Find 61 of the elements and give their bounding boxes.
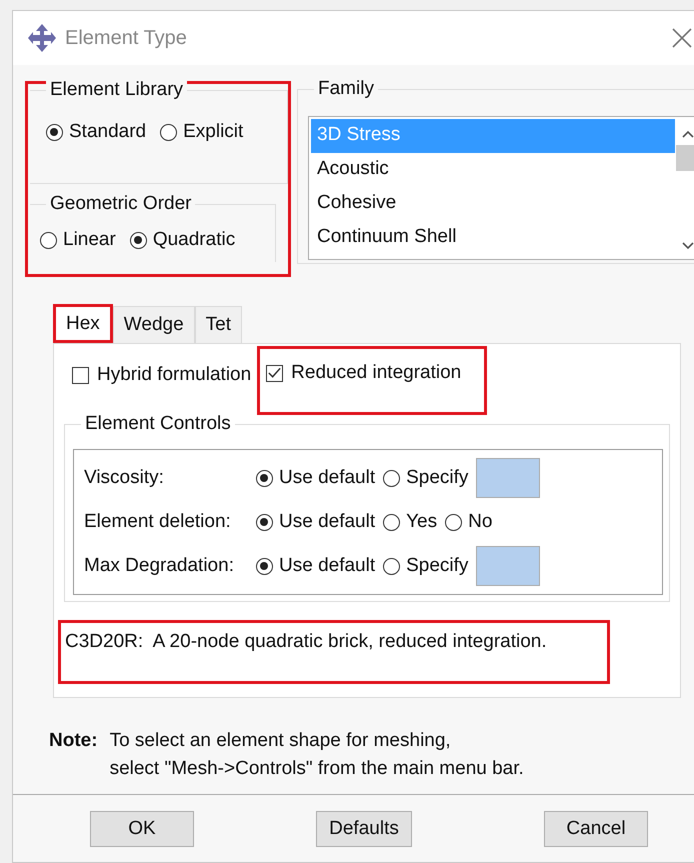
dialog-button[interactable]: Defaults bbox=[316, 811, 412, 847]
note-label: Note: bbox=[49, 730, 98, 753]
radio-option[interactable]: Quadratic bbox=[130, 229, 236, 251]
radio-icon[interactable] bbox=[256, 514, 273, 530]
radio-icon[interactable] bbox=[256, 558, 273, 574]
radio-icon[interactable] bbox=[383, 514, 400, 530]
description-text: C3D20R: A 20-node quadratic brick, reduced integration. bbox=[65, 631, 547, 652]
radio-option[interactable]: Yes bbox=[383, 511, 438, 533]
radio-icon[interactable] bbox=[445, 514, 462, 530]
radio-icon[interactable] bbox=[160, 124, 178, 140]
radio-icon[interactable] bbox=[130, 232, 147, 248]
input-field[interactable] bbox=[476, 458, 540, 498]
dialog-button[interactable]: Cancel bbox=[544, 811, 648, 847]
radio-label: No bbox=[468, 511, 492, 533]
checkbox[interactable] bbox=[266, 364, 284, 382]
radio-label: Use default bbox=[279, 555, 376, 577]
row-label: Max Degradation: bbox=[84, 555, 235, 577]
tab[interactable]: Wedge bbox=[112, 306, 195, 343]
radio-icon[interactable] bbox=[383, 558, 400, 574]
radio-option[interactable]: Use default bbox=[256, 467, 376, 489]
list-item[interactable]: Continuum Shell bbox=[311, 221, 675, 255]
radio-label: Linear bbox=[63, 229, 116, 251]
radio-label: Use default bbox=[279, 511, 376, 533]
tab[interactable]: Tet bbox=[194, 306, 242, 343]
radio-option[interactable]: Specify bbox=[383, 467, 468, 489]
radio-option[interactable]: Use default bbox=[256, 555, 376, 577]
note-text: select "Mesh->Controls" from the main menu bar. bbox=[110, 758, 524, 780]
radio-icon[interactable] bbox=[383, 470, 400, 486]
group-title: Family bbox=[314, 78, 378, 100]
close-icon[interactable] bbox=[671, 27, 693, 49]
radio-icon[interactable] bbox=[40, 232, 57, 248]
group-title: Element Library bbox=[46, 79, 188, 101]
radio-icon[interactable] bbox=[46, 124, 63, 140]
radio-icon[interactable] bbox=[256, 470, 273, 486]
radio-label: Specify bbox=[406, 555, 468, 577]
app-icon bbox=[27, 23, 57, 53]
tab[interactable]: Hex bbox=[53, 304, 113, 343]
radio-option[interactable]: No bbox=[445, 511, 492, 533]
scroll-thumb[interactable] bbox=[676, 145, 694, 171]
scroll-up-icon[interactable] bbox=[681, 129, 694, 139]
radio-label: Specify bbox=[406, 467, 468, 489]
note-text: To select an element shape for meshing, bbox=[110, 730, 452, 752]
radio-label: Standard bbox=[69, 121, 146, 143]
radio-option[interactable]: Linear bbox=[40, 229, 116, 251]
list-item[interactable]: Cohesive bbox=[311, 187, 675, 221]
list-item[interactable]: Acoustic bbox=[311, 153, 675, 187]
row-label: Element deletion: bbox=[84, 511, 232, 533]
radio-option[interactable]: Use default bbox=[256, 511, 376, 533]
checkbox[interactable] bbox=[72, 366, 89, 384]
radio-option[interactable]: Standard bbox=[46, 121, 146, 143]
radio-label: Explicit bbox=[183, 121, 244, 143]
window-title: Element Type bbox=[65, 26, 188, 50]
scroll-down-icon[interactable] bbox=[681, 241, 694, 251]
radio-label: Yes bbox=[406, 511, 438, 533]
radio-label: Quadratic bbox=[152, 229, 236, 251]
radio-option[interactable]: Explicit bbox=[160, 121, 244, 143]
row-label: Viscosity: bbox=[84, 467, 165, 489]
dialog-button[interactable]: OK bbox=[90, 811, 194, 847]
input-field[interactable] bbox=[476, 546, 540, 586]
radio-option[interactable]: Specify bbox=[383, 555, 468, 577]
radio-label: Use default bbox=[279, 467, 376, 489]
